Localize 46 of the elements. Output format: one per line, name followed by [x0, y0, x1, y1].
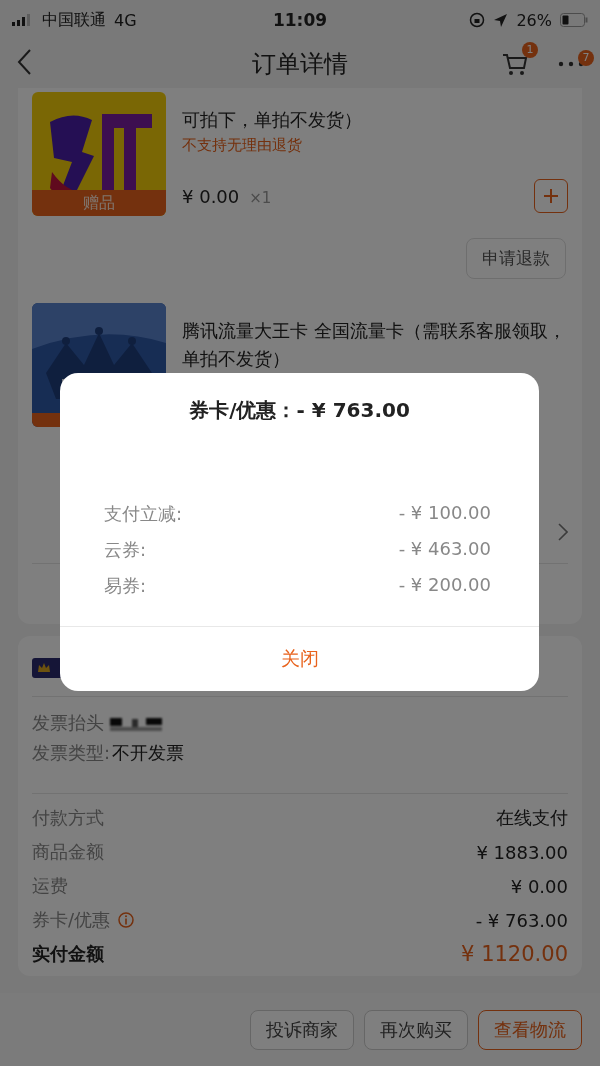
invoice-type-label: 发票类型: [32, 741, 111, 765]
discount-amount: - ¥ 200.00 [398, 574, 491, 597]
refund-button[interactable]: 申请退款 [466, 238, 566, 279]
location-arrow-icon [493, 12, 509, 28]
summary-value: 在线支付 [496, 806, 568, 830]
discount-label: 易券: [104, 574, 147, 598]
battery-icon [560, 13, 588, 27]
gift-label: 赠品 [32, 190, 166, 216]
invoice-type-value: 不开发票 [112, 741, 185, 765]
cart-icon[interactable] [502, 52, 528, 76]
message-badge: 7 [578, 50, 594, 66]
cart-badge: 1 [522, 42, 538, 58]
summary-value: ¥ 1883.00 [476, 841, 568, 863]
invoice-title-label: 发票抬头 [32, 711, 104, 735]
battery-percent: 26% [516, 10, 552, 30]
rotation-lock-icon [469, 12, 486, 28]
summary-label: 运费 [32, 874, 68, 898]
info-icon[interactable] [118, 912, 135, 928]
discount-label: 云券: [104, 538, 147, 562]
summary-value: - ¥ 763.00 [475, 909, 568, 931]
action-button[interactable]: 查看物流 [478, 1009, 582, 1050]
product-title: 腾讯流量大王卡 全国流量卡（需联系客服领取，单拍不发货） [182, 319, 567, 371]
network-type: 4G [114, 10, 137, 30]
return-policy-note: 不支持无理由退货 [182, 136, 303, 155]
summary-label: 付款方式 [32, 806, 104, 830]
plus-icon [543, 188, 559, 204]
close-button[interactable]: 关闭 [60, 627, 539, 691]
discount-label: 支付立减: [104, 502, 183, 526]
dialog-title: 券卡/优惠：- ¥ 763.00 [188, 397, 411, 424]
summary-label: 实付金额 [32, 942, 104, 966]
page-title: 订单详情 [252, 49, 348, 80]
product-price: ¥ 0.00 [182, 185, 240, 207]
action-button[interactable]: 投诉商家 [250, 1009, 354, 1050]
carrier-name: 中国联通 [42, 9, 106, 31]
summary-value: ¥ 1120.00 [461, 942, 568, 966]
chevron-right-icon[interactable] [558, 523, 568, 541]
discount-amount: - ¥ 100.00 [398, 502, 491, 525]
summary-label: 商品金额 [32, 840, 104, 864]
back-icon[interactable] [16, 48, 32, 76]
product-title: 可拍下，单拍不发货） [182, 108, 363, 132]
summary-label: 券卡/优惠 [32, 908, 111, 932]
summary-value: ¥ 0.00 [510, 875, 568, 897]
discount-amount: - ¥ 463.00 [398, 538, 491, 561]
add-button[interactable] [534, 179, 568, 213]
action-button[interactable]: 再次购买 [364, 1009, 468, 1050]
clock: 11:09 [272, 10, 328, 30]
